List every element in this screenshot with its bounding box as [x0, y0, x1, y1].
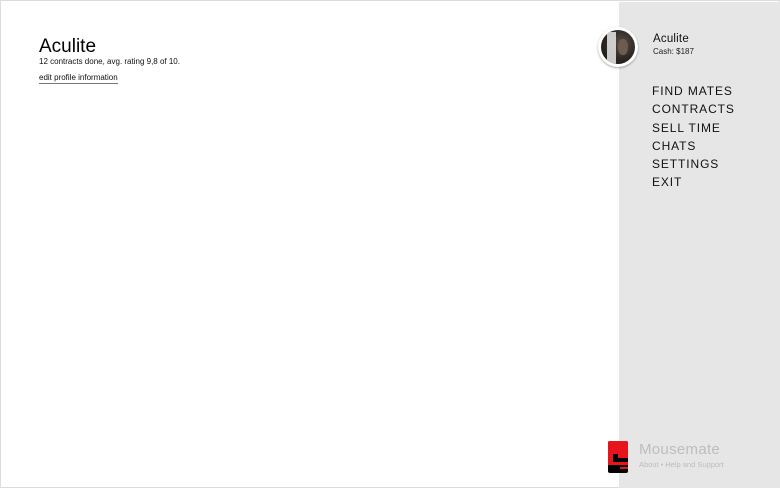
brand-links: About • Help and Support — [639, 460, 724, 469]
user-name: Aculite — [653, 33, 689, 45]
sidebar: Aculite Cash: $187 FIND MATES CONTRACTS … — [598, 2, 780, 488]
avatar-photo — [601, 30, 635, 64]
main-nav: FIND MATES CONTRACTS SELL TIME CHATS SET… — [652, 82, 735, 192]
nav-item-sell-time[interactable]: SELL TIME — [652, 119, 735, 137]
profile-header: Aculite 12 contracts done, avg. rating 9… — [39, 37, 180, 85]
nav-item-find-mates[interactable]: FIND MATES — [652, 82, 735, 100]
profile-stats: 12 contracts done, avg. rating 9,8 of 10… — [39, 57, 180, 66]
profile-name: Aculite — [39, 36, 97, 57]
app-window: Aculite 12 contracts done, avg. rating 9… — [0, 0, 780, 488]
mousemate-logo-icon — [608, 441, 628, 473]
avatar[interactable] — [598, 27, 638, 67]
nav-item-contracts[interactable]: CONTRACTS — [652, 100, 735, 118]
about-link[interactable]: About — [639, 460, 659, 469]
link-separator: • — [660, 460, 664, 469]
brand-name: Mousemate — [639, 441, 721, 458]
nav-item-exit[interactable]: EXIT — [652, 173, 735, 191]
user-cash: Cash: $187 — [653, 47, 694, 56]
nav-item-chats[interactable]: CHATS — [652, 137, 735, 155]
brand-footer: Mousemate About • Help and Support — [608, 439, 778, 475]
nav-item-settings[interactable]: SETTINGS — [652, 155, 735, 173]
help-support-link[interactable]: Help and Support — [665, 460, 723, 469]
edit-profile-link[interactable]: edit profile information — [39, 73, 118, 84]
